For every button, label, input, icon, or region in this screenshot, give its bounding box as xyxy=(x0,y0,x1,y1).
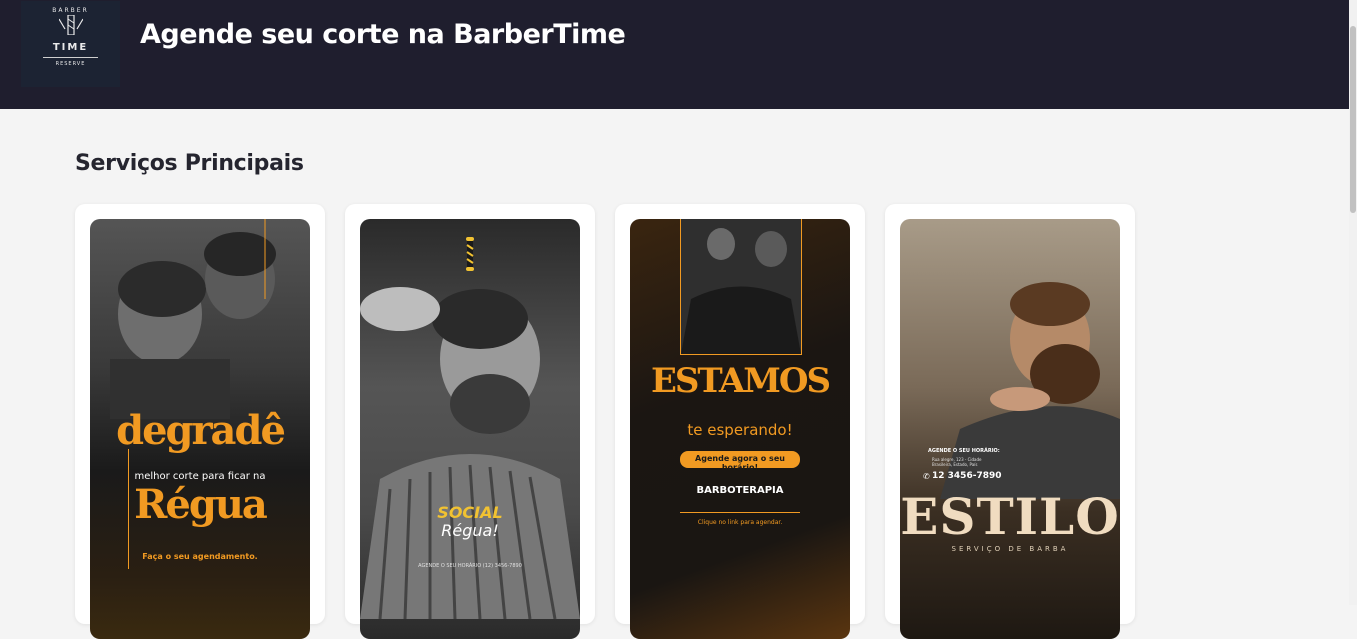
phone-icon: ✆ xyxy=(923,472,930,481)
logo-line-1: BARBER xyxy=(52,7,89,14)
service-poster-barboterapia[interactable]: ESTAMOS te esperando! Agende agora o seu… xyxy=(630,219,850,639)
section-title: Serviços Principais xyxy=(75,151,304,176)
service-poster-degrade[interactable]: degradê melhor corte para ficar na Régua… xyxy=(90,219,310,639)
site-header: BARBER TIME RESERVE Agende seu corte na … xyxy=(0,0,1349,109)
service-poster-social-regua[interactable]: SOCIAL Régua! AGENDE O SEU HORÁRIO (12) … xyxy=(360,219,580,639)
poster-cta: Faça o seu agendamento. xyxy=(142,552,258,561)
poster-phone: 12 3456-7890 xyxy=(932,471,1002,481)
poster-brand-top: SOCIAL xyxy=(437,503,503,522)
poster-subline: te esperando! xyxy=(687,421,793,439)
page-scrollbar[interactable] xyxy=(1349,0,1357,605)
schedule-button-label: Agende agora o seu horário! xyxy=(695,454,785,472)
poster-photo-frame xyxy=(680,219,802,355)
poster-footer: AGENDE O SEU HORÁRIO (12) 3456-7890 xyxy=(418,563,522,569)
service-card-barboterapia[interactable]: ESTAMOS te esperando! Agende agora o seu… xyxy=(615,204,865,639)
barber-photo-illustration xyxy=(110,219,276,419)
logo-divider xyxy=(43,57,98,58)
poster-info-title: AGENDE O SEU HORÁRIO: xyxy=(928,448,1000,454)
poster-headline-bottom: Régua xyxy=(134,481,268,528)
poster-divider xyxy=(680,512,800,513)
poster-brand-bottom: Régua! xyxy=(441,521,499,540)
poster-link[interactable]: Clique no link para agendar. xyxy=(630,519,850,526)
logo-line-2: TIME xyxy=(52,42,89,53)
service-card-social-regua[interactable]: SOCIAL Régua! AGENDE O SEU HORÁRIO (12) … xyxy=(345,204,595,639)
poster-headline: ESTILO xyxy=(900,487,1120,546)
service-poster-estilo[interactable]: AGENDE O SEU HORÁRIO: Rua alegre, 123 - … xyxy=(900,219,1120,639)
poster-subline: SERVIÇO DE BARBA xyxy=(951,545,1069,553)
poster-service-name: BARBOTERAPIA xyxy=(696,485,784,496)
page-title: Agende seu corte na BarberTime xyxy=(140,19,626,50)
service-card-degrade[interactable]: degradê melhor corte para ficar na Régua… xyxy=(75,204,325,639)
schedule-button[interactable]: Agende agora o seu horário! xyxy=(680,451,800,472)
poster-address: Rua alegre, 123 - Cidade Brasileira, Est… xyxy=(932,457,982,467)
barber-pole-icon xyxy=(59,15,83,35)
poster-headline-top: degradê xyxy=(116,407,286,454)
poster-headline: ESTAMOS xyxy=(650,361,831,401)
service-card-estilo[interactable]: AGENDE O SEU HORÁRIO: Rua alegre, 123 - … xyxy=(885,204,1135,639)
poster-accent-line xyxy=(128,449,129,569)
scrollbar-thumb[interactable] xyxy=(1350,26,1356,213)
barber-pole-icon xyxy=(466,237,474,271)
logo-line-3: RESERVE xyxy=(55,61,86,67)
barbertime-logo[interactable]: BARBER TIME RESERVE xyxy=(21,1,120,87)
barbershop-photo-illustration xyxy=(681,219,801,354)
